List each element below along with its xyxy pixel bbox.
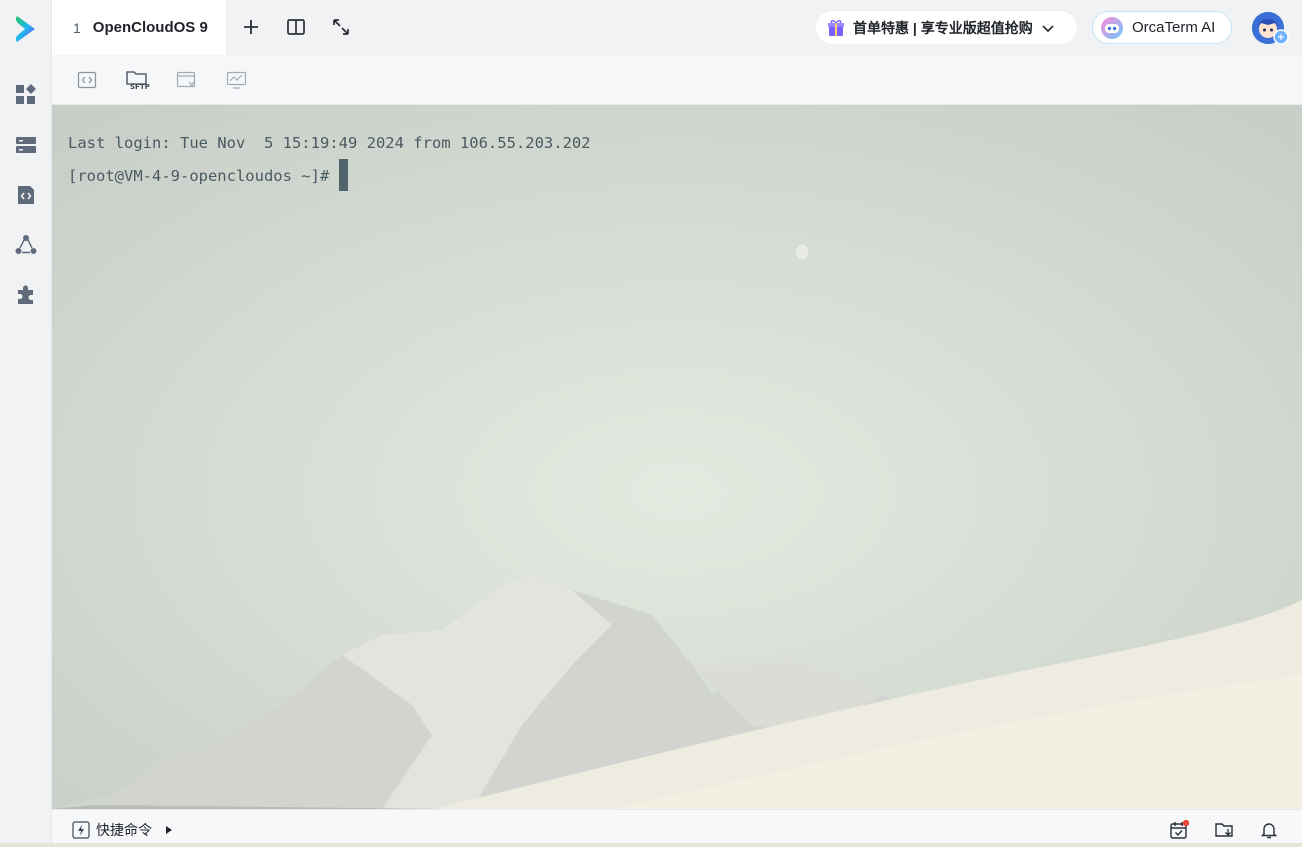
plugin-icon[interactable] xyxy=(14,283,38,307)
terminal-cursor xyxy=(338,158,348,191)
sftp-label: SFTP xyxy=(130,83,150,91)
user-avatar[interactable] xyxy=(1252,12,1289,45)
code-icon xyxy=(77,71,97,89)
orcaterm-ai-button[interactable]: OrcaTerm AI xyxy=(1092,11,1232,44)
bell-icon xyxy=(1260,823,1278,839)
calendar-check-button[interactable] xyxy=(1169,820,1189,840)
notifications-button[interactable] xyxy=(1259,820,1279,840)
tab-title: OpenCloudOS 9 xyxy=(92,19,208,36)
monitor-chart-icon xyxy=(226,71,247,89)
split-view-button[interactable] xyxy=(284,15,308,39)
mountain-wallpaper xyxy=(52,105,1302,809)
ai-assistant-icon xyxy=(1101,16,1123,39)
folder-download-button[interactable] xyxy=(1214,820,1234,840)
code-file-icon[interactable] xyxy=(14,183,38,207)
last-login-line: Last login: Tue Nov 5 15:19:49 2024 from… xyxy=(68,134,591,152)
sftp-button[interactable]: SFTP xyxy=(125,68,150,92)
tab-number: 1 xyxy=(73,19,81,36)
dashboard-icon[interactable] xyxy=(14,83,38,107)
add-tab-button[interactable] xyxy=(239,15,263,39)
monitor-button[interactable] xyxy=(226,68,248,92)
folder-download-icon xyxy=(1215,823,1233,837)
split-panel-icon xyxy=(287,19,305,35)
quick-commands-button[interactable]: 快捷命令 xyxy=(72,820,174,840)
fullscreen-button[interactable] xyxy=(329,15,353,39)
server-list-icon[interactable] xyxy=(14,133,38,157)
calendar-check-icon xyxy=(1170,820,1189,839)
code-snippet-button[interactable] xyxy=(76,68,98,92)
avatar-icon xyxy=(1252,12,1289,45)
left-sidebar xyxy=(0,0,52,847)
shell-prompt: [root@VM-4-9-opencloudos ~]# xyxy=(68,167,339,185)
app-logo-icon[interactable] xyxy=(13,14,39,44)
quick-commands-label: 快捷命令 xyxy=(96,822,152,838)
tab-opencloudos[interactable]: 1 OpenCloudOS 9 xyxy=(52,0,226,55)
promo-text: 首单特惠 | 享专业版超值抢购 xyxy=(853,19,1033,36)
terminal-toolbar: SFTP xyxy=(52,55,1302,105)
chevron-down-icon xyxy=(1042,24,1054,32)
ai-label: OrcaTerm AI xyxy=(1132,19,1216,36)
gift-icon xyxy=(828,19,844,36)
promo-offer-button[interactable]: 首单特惠 | 享专业版超值抢购 xyxy=(816,11,1077,44)
share-network-icon[interactable] xyxy=(14,233,38,257)
plus-icon xyxy=(244,20,258,34)
status-bar: 快捷命令 xyxy=(52,809,1302,847)
expand-icon xyxy=(333,19,349,35)
terminal-view[interactable]: Last login: Tue Nov 5 15:19:49 2024 from… xyxy=(52,105,1302,809)
window-close-icon xyxy=(176,71,196,88)
file-transfer-button[interactable] xyxy=(176,68,198,92)
terminal-output: Last login: Tue Nov 5 15:19:49 2024 from… xyxy=(68,127,591,193)
lightning-icon xyxy=(72,821,90,839)
play-arrow-icon xyxy=(166,826,172,834)
bottom-edge xyxy=(0,843,1302,847)
top-tab-bar: 1 OpenCloudOS 9 首单特惠 | 享专业版超值抢购 OrcaTerm… xyxy=(52,0,1302,55)
